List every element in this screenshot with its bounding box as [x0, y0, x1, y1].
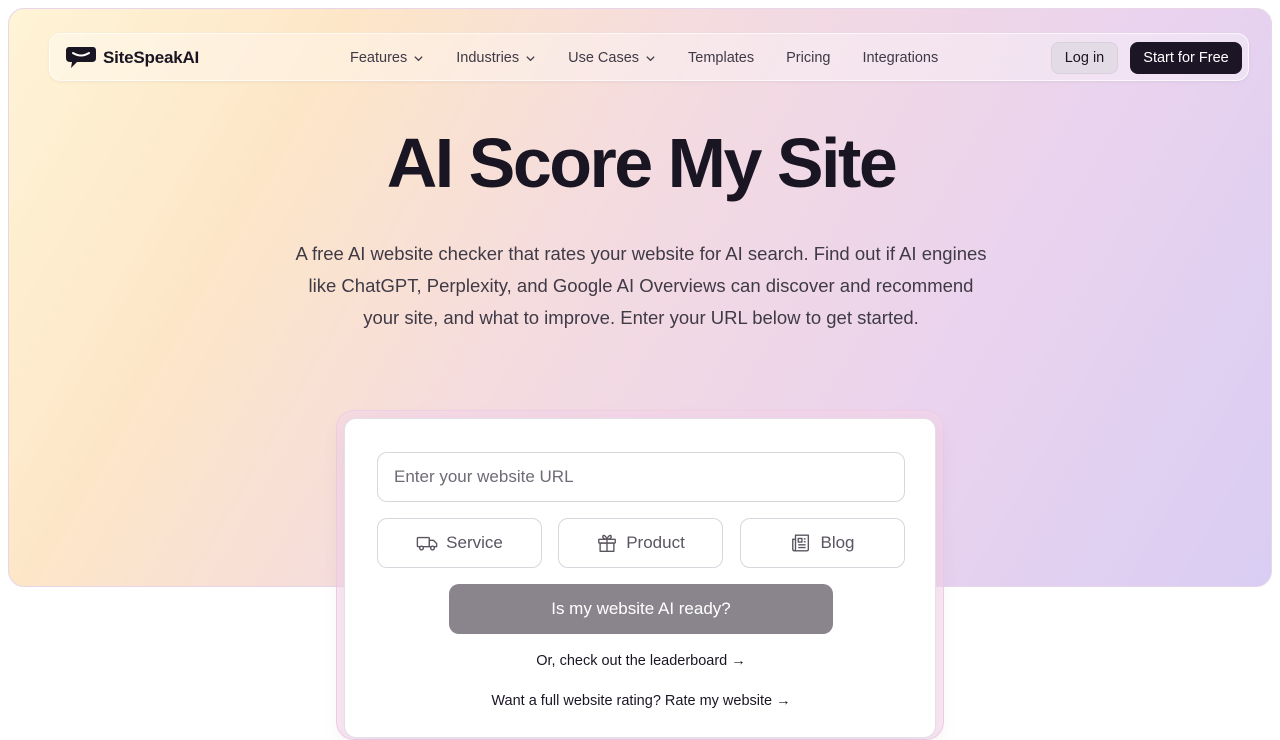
rate-my-website-link[interactable]: Want a full website rating? Rate my webs…	[345, 693, 937, 709]
logo-icon	[66, 47, 96, 68]
login-button[interactable]: Log in	[1051, 42, 1118, 74]
service-type-button[interactable]: Service	[377, 518, 542, 568]
brand-name: SiteSpeakAI	[103, 48, 200, 67]
nav-links: Features Industries Use Cases Templates …	[350, 34, 970, 82]
nav-item-label: Integrations	[862, 50, 939, 66]
truck-icon	[416, 536, 438, 551]
gift-icon	[598, 534, 617, 552]
nav-item-industries[interactable]: Industries	[456, 50, 536, 66]
page-title: AI Score My Site	[386, 124, 898, 202]
chevron-down-icon	[526, 55, 535, 61]
nav-item-label: Templates	[688, 50, 755, 66]
nav-item-label: Industries	[456, 50, 520, 66]
website-url-input[interactable]	[377, 452, 905, 502]
product-label: Product	[626, 533, 685, 552]
nav-item-features[interactable]: Features	[350, 50, 424, 66]
url-check-card: Service Product Blog Is my website AI re…	[344, 418, 936, 738]
nav-item-label: Pricing	[786, 50, 831, 66]
nav-item-use-cases[interactable]: Use Cases	[568, 50, 656, 66]
product-type-button[interactable]: Product	[558, 518, 723, 568]
logo[interactable]: SiteSpeakAI	[65, 45, 199, 71]
check-ai-ready-button[interactable]: Is my website AI ready?	[449, 584, 833, 634]
nav-item-label: Features	[350, 50, 408, 66]
top-navbar: SiteSpeakAI Features Industries Use Case…	[49, 33, 1249, 81]
nav-item-pricing[interactable]: Pricing	[786, 50, 830, 66]
hero-subtitle: A free AI website checker that rates you…	[295, 243, 987, 328]
nav-item-integrations[interactable]: Integrations	[862, 50, 938, 66]
leaderboard-link[interactable]: Or, check out the leaderboard →	[345, 653, 937, 669]
start-for-free-button[interactable]: Start for Free	[1130, 42, 1242, 74]
chevron-down-icon	[414, 55, 423, 61]
nav-item-templates[interactable]: Templates	[688, 50, 754, 66]
service-label: Service	[446, 533, 503, 552]
nav-item-label: Use Cases	[568, 50, 640, 66]
blog-type-button[interactable]: Blog	[740, 518, 905, 568]
blog-label: Blog	[820, 533, 855, 552]
chevron-down-icon	[646, 55, 655, 61]
newspaper-icon	[792, 534, 810, 552]
